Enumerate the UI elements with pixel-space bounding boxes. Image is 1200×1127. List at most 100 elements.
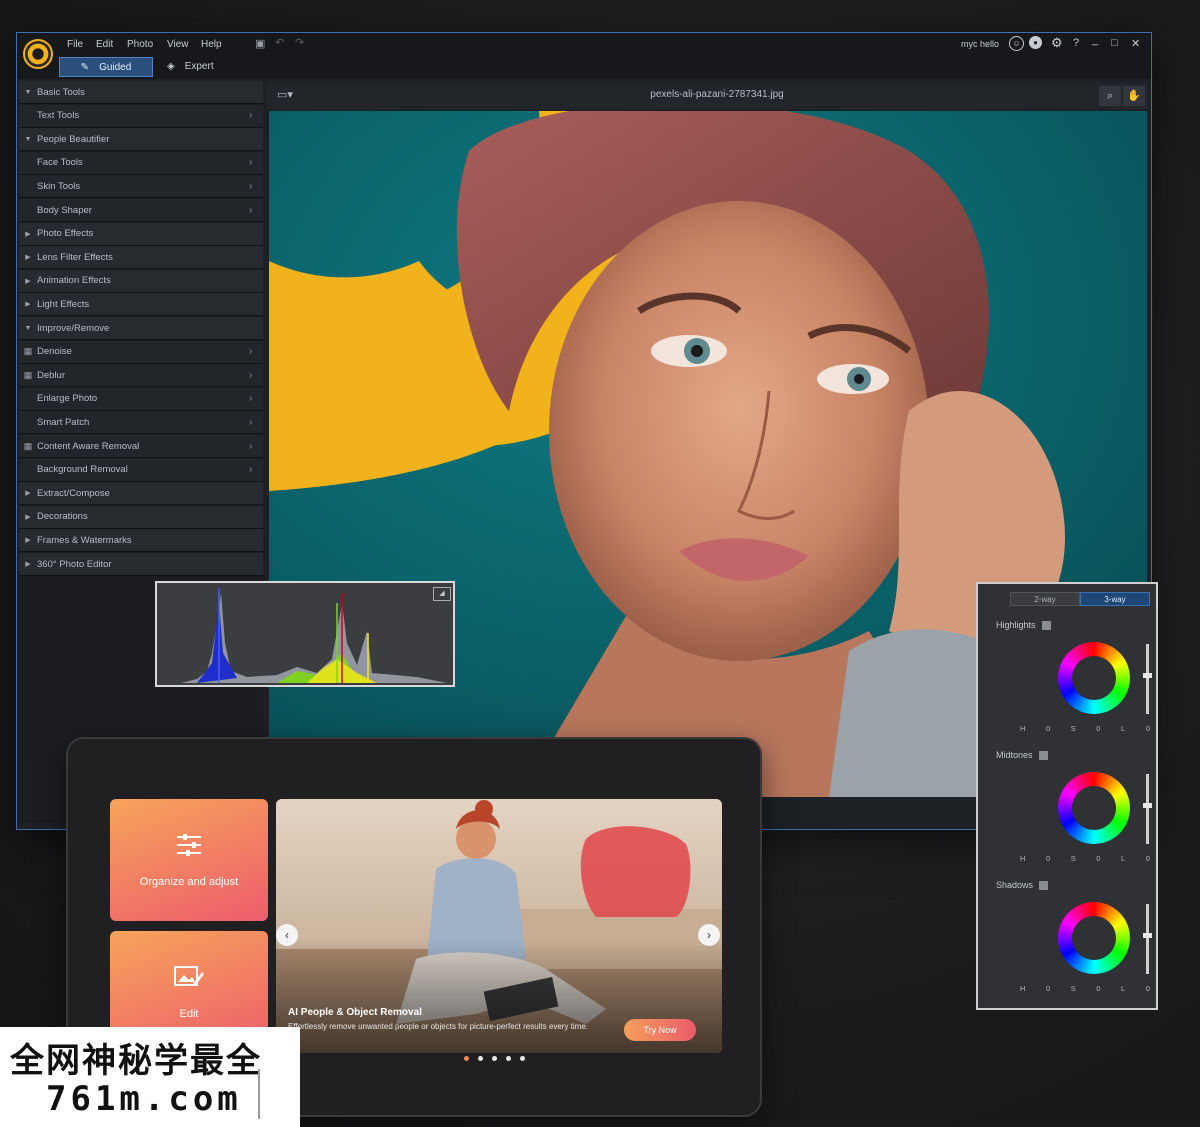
sidebar-item[interactable]: Text Tools › xyxy=(19,104,263,128)
sidebar-item-label: Improve/Remove xyxy=(37,322,110,334)
tab-2-way[interactable]: 2-way xyxy=(1010,592,1080,606)
color-balance-panel: 2-way 3-way Highlights H 0 S 0 L 0 Midtones H 0 S 0… xyxy=(976,582,1158,1010)
sidebar-item[interactable]: ▶ Light Effects xyxy=(19,293,263,317)
watermark-divider xyxy=(258,1069,260,1119)
save-icon[interactable]: ▣ xyxy=(255,37,265,50)
color-wheel[interactable] xyxy=(1058,642,1130,714)
sliders-icon xyxy=(177,834,201,856)
notification-icon[interactable]: ● xyxy=(1029,36,1042,49)
sidebar-item[interactable]: Skin Tools › xyxy=(19,175,263,199)
color-wheel[interactable] xyxy=(1058,772,1130,844)
feature-banner[interactable]: AI People & Object Removal Effortlessly … xyxy=(276,799,722,1053)
close-button[interactable]: ✕ xyxy=(1131,37,1140,50)
carousel-prev-button[interactable]: ‹ xyxy=(276,924,298,946)
maximize-button[interactable]: □ xyxy=(1111,37,1118,49)
sidebar-item[interactable]: ▶ Frames & Watermarks xyxy=(19,529,263,553)
sidebar-item[interactable]: ▶ Photo Effects xyxy=(19,222,263,246)
ai-tool-icon: ▦ xyxy=(23,369,33,380)
slider-knob[interactable] xyxy=(1143,803,1152,809)
expand-right-icon: ▶ xyxy=(25,254,31,262)
user-name[interactable]: myc hello xyxy=(961,39,999,49)
luminance-slider[interactable] xyxy=(1143,904,1152,974)
carousel-dot[interactable] xyxy=(478,1056,483,1061)
undo-icon[interactable]: ↶ xyxy=(275,36,284,49)
sidebar-item[interactable]: ▦ Deblur › xyxy=(19,364,263,388)
tone-checkbox[interactable] xyxy=(1038,750,1048,760)
sidebar-item[interactable]: ▼ Improve/Remove xyxy=(19,317,263,340)
chevron-right-icon: › xyxy=(249,204,253,216)
sidebar-item[interactable]: ▶ Lens Filter Effects xyxy=(19,246,263,270)
sidebar-item-label: Face Tools xyxy=(37,157,83,169)
sidebar-item[interactable]: Body Shaper › xyxy=(19,199,263,222)
menu-file[interactable]: File xyxy=(67,39,83,50)
try-now-button[interactable]: Try Now xyxy=(624,1019,696,1041)
sidebar-item[interactable]: Background Removal › xyxy=(19,458,263,482)
file-name: pexels-ali-pazani-2787341.jpg xyxy=(650,89,784,100)
sidebar-item[interactable]: ▼ People Beautifier xyxy=(19,128,263,152)
sidebar-item[interactable]: ▦ Denoise › xyxy=(19,340,263,364)
sidebar-item[interactable]: ▶ Extract/Compose xyxy=(19,482,263,506)
watermark-line-2: 761m.com xyxy=(46,1079,242,1119)
image-edit-icon xyxy=(174,966,204,986)
tab-3-way[interactable]: 3-way xyxy=(1080,592,1150,606)
help-button[interactable]: ? xyxy=(1073,37,1079,49)
sidebar-item[interactable]: ▶ Animation Effects xyxy=(19,269,263,293)
expert-label: Expert xyxy=(184,60,214,72)
sidebar-item[interactable]: Face Tools › xyxy=(19,151,263,175)
chevron-right-icon: › xyxy=(249,369,253,381)
sidebar-item-label: Photo Effects xyxy=(37,228,94,240)
redo-icon[interactable]: ↷ xyxy=(295,36,304,49)
sidebar-item-label: Basic Tools xyxy=(37,86,85,98)
menu-view[interactable]: View xyxy=(167,39,189,50)
settings-gear-icon[interactable]: ⚙ xyxy=(1051,35,1063,51)
tone-label: Shadows xyxy=(996,880,1034,890)
tone-label: Midtones xyxy=(996,750,1033,760)
folder-dropdown-icon[interactable]: ▭▾ xyxy=(277,88,293,101)
luminance-slider[interactable] xyxy=(1143,644,1152,714)
guided-mode-button[interactable]: ✎ Guided xyxy=(59,57,153,77)
minimize-button[interactable]: _ xyxy=(1092,34,1098,46)
expert-mode-button[interactable]: ◈ Expert xyxy=(167,57,247,75)
sidebar-item[interactable]: Enlarge Photo › xyxy=(19,387,263,411)
banner-title: AI People & Object Removal xyxy=(288,1007,422,1018)
chevron-right-icon: › xyxy=(249,393,253,405)
sidebar-item[interactable]: ▶ Decorations xyxy=(19,505,263,529)
slider-knob[interactable] xyxy=(1143,673,1152,679)
tone-group-label: Midtones xyxy=(996,750,1048,760)
hand-pan-icon[interactable]: ✋ xyxy=(1123,86,1145,106)
zoom-icon[interactable]: ⌕ xyxy=(1099,86,1121,106)
sidebar-item-label: Body Shaper xyxy=(37,204,92,216)
menu-photo[interactable]: Photo xyxy=(127,39,153,50)
l-label: L xyxy=(1121,724,1126,733)
tone-checkbox[interactable] xyxy=(1039,880,1049,890)
sidebar-item-label: People Beautifier xyxy=(37,133,110,145)
carousel-dot[interactable] xyxy=(520,1056,525,1061)
menu-help[interactable]: Help xyxy=(201,39,222,50)
sidebar-item[interactable]: ▦ Content Aware Removal › xyxy=(19,435,263,458)
account-icon[interactable]: ☺ xyxy=(1009,36,1024,51)
h-label: H xyxy=(1020,854,1026,863)
color-wheel[interactable] xyxy=(1058,902,1130,974)
edit-label: Edit xyxy=(179,1008,199,1020)
sidebar-item-label: Background Removal xyxy=(37,464,128,476)
sidebar-item[interactable]: ▶ 360° Photo Editor xyxy=(19,553,263,576)
sidebar-item[interactable]: Smart Patch › xyxy=(19,411,263,435)
organize-adjust-label: Organize and adjust xyxy=(139,876,239,888)
sidebar-item-label: Lens Filter Effects xyxy=(37,251,113,263)
s-label: S xyxy=(1070,984,1076,993)
guided-label: Guided xyxy=(99,61,132,73)
sidebar-item[interactable]: ▼ Basic Tools xyxy=(19,81,263,104)
sidebar-item-label: Decorations xyxy=(37,511,88,523)
carousel-dot[interactable] xyxy=(506,1056,511,1061)
menu-edit[interactable]: Edit xyxy=(96,39,113,50)
tone-group-label: Shadows xyxy=(996,880,1049,890)
carousel-dot[interactable] xyxy=(464,1056,469,1061)
organize-adjust-tile[interactable]: Organize and adjust xyxy=(110,799,268,921)
luminance-slider[interactable] xyxy=(1143,774,1152,844)
slider-knob[interactable] xyxy=(1143,933,1152,939)
tone-label: Highlights xyxy=(996,620,1036,630)
tone-checkbox[interactable] xyxy=(1041,620,1051,630)
carousel-dot[interactable] xyxy=(492,1056,497,1061)
carousel-next-button[interactable]: › xyxy=(698,924,720,946)
histogram-toggle-icon[interactable]: ◢ xyxy=(433,587,451,601)
